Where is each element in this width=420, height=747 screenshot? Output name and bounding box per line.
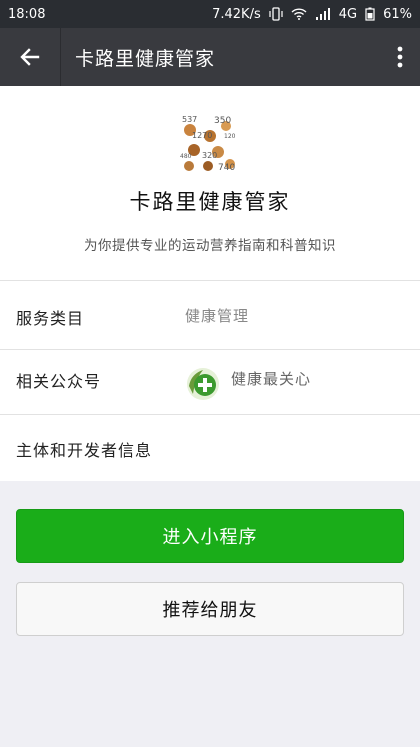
profile-card: 537 350 1270 120 480 320 740 卡路里健康管家 为你提… — [0, 86, 420, 481]
health-plus-icon — [187, 368, 219, 400]
logo-number: 480 — [180, 153, 192, 160]
service-category-value: 健康管理 — [185, 307, 250, 325]
battery-icon — [365, 7, 375, 21]
app-name: 卡路里健康管家 — [129, 190, 291, 214]
more-button[interactable] — [380, 28, 420, 86]
related-account-value: 健康最关心 — [231, 370, 312, 388]
status-bar: 18:08 7.42K/s 4G 61% — [0, 0, 420, 28]
developer-info-row[interactable]: 主体和开发者信息 — [16, 437, 152, 461]
service-category-label: 服务类目 — [16, 309, 85, 328]
signal-icon — [315, 8, 331, 20]
logo-number: 120 — [224, 133, 236, 140]
logo-number: 537 — [182, 115, 197, 124]
wifi-icon — [291, 8, 307, 20]
battery-level: 61% — [383, 6, 412, 22]
divider — [0, 414, 420, 415]
status-time: 18:08 — [8, 6, 46, 22]
back-button[interactable] — [0, 28, 61, 86]
recommend-to-friend-button[interactable]: 推荐给朋友 — [16, 582, 404, 636]
related-account-label: 相关公众号 — [16, 372, 102, 391]
nav-bar: 卡路里健康管家 — [0, 28, 420, 86]
divider — [0, 349, 420, 350]
divider — [0, 280, 420, 281]
status-right: 7.42K/s 4G 61% — [212, 7, 412, 22]
vibrate-icon — [269, 7, 283, 21]
vertical-dots-icon — [397, 46, 403, 68]
logo-number: 1270 — [192, 131, 212, 140]
network-type: 4G — [338, 6, 358, 22]
arrow-left-icon — [20, 48, 40, 66]
logo-number: 350 — [214, 116, 231, 126]
logo-number: 740 — [218, 163, 235, 172]
app-logo: 537 350 1270 120 480 320 740 — [180, 114, 238, 172]
nav-title: 卡路里健康管家 — [75, 47, 216, 70]
enter-mini-program-button[interactable]: 进入小程序 — [16, 509, 404, 563]
food-calorie-logo-icon: 537 350 1270 120 480 320 740 — [180, 114, 238, 172]
app-description: 为你提供专业的运动营养指南和科普知识 — [84, 238, 336, 254]
logo-number: 320 — [202, 151, 217, 160]
network-speed: 7.42K/s — [212, 6, 261, 22]
